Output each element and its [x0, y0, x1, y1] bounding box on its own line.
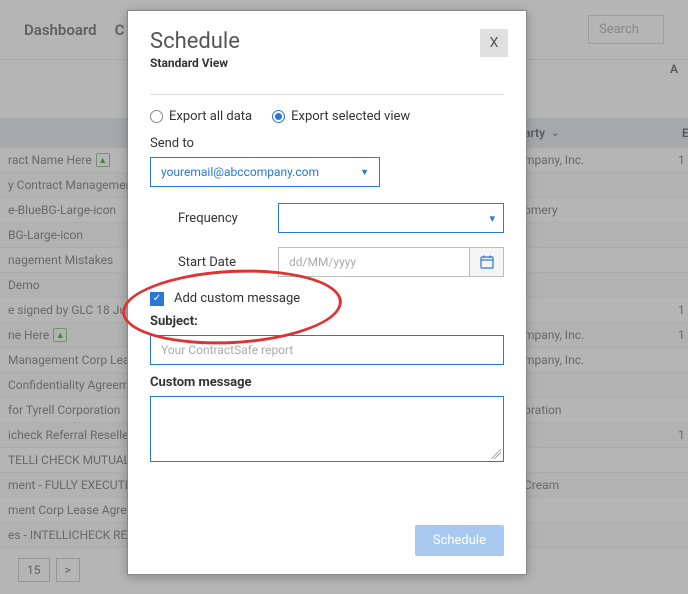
frequency-label: Frequency — [178, 211, 268, 226]
date-placeholder: dd/MM/yyyy — [279, 248, 469, 276]
startdate-input[interactable]: dd/MM/yyyy — [278, 247, 504, 277]
modal-subtitle: Standard View — [150, 56, 504, 70]
schedule-modal: X Schedule Standard View Export all data… — [127, 10, 527, 575]
radio-icon — [150, 110, 163, 123]
add-message-label: Add custom message — [174, 291, 300, 306]
startdate-label: Start Date — [178, 255, 268, 270]
modal-title: Schedule — [150, 29, 504, 54]
schedule-button[interactable]: Schedule — [415, 525, 504, 556]
close-button[interactable]: X — [480, 29, 508, 57]
subject-label: Subject: — [150, 314, 504, 329]
calendar-icon[interactable] — [469, 248, 503, 276]
chevron-down-icon: ▾ — [489, 212, 495, 225]
frequency-select[interactable]: ▾ — [278, 203, 504, 233]
sendto-label: Send to — [150, 136, 504, 151]
add-message-checkbox[interactable]: ✓ — [150, 292, 164, 306]
subject-input[interactable]: Your ContractSafe report — [150, 335, 504, 365]
radio-export-all[interactable]: Export all data — [150, 109, 252, 124]
custom-message-label: Custom message — [150, 375, 504, 390]
radio-icon — [272, 110, 285, 123]
radio-selected-label: Export selected view — [291, 109, 410, 124]
caret-down-icon: ▼ — [360, 167, 369, 178]
radio-export-selected[interactable]: Export selected view — [272, 109, 410, 124]
sendto-select[interactable]: youremail@abccompany.com ▼ — [150, 157, 380, 187]
radio-all-label: Export all data — [169, 109, 252, 124]
custom-message-textarea[interactable] — [150, 396, 504, 462]
subject-placeholder-text: Your ContractSafe report — [161, 343, 293, 357]
sendto-value: youremail@abccompany.com — [161, 165, 319, 179]
